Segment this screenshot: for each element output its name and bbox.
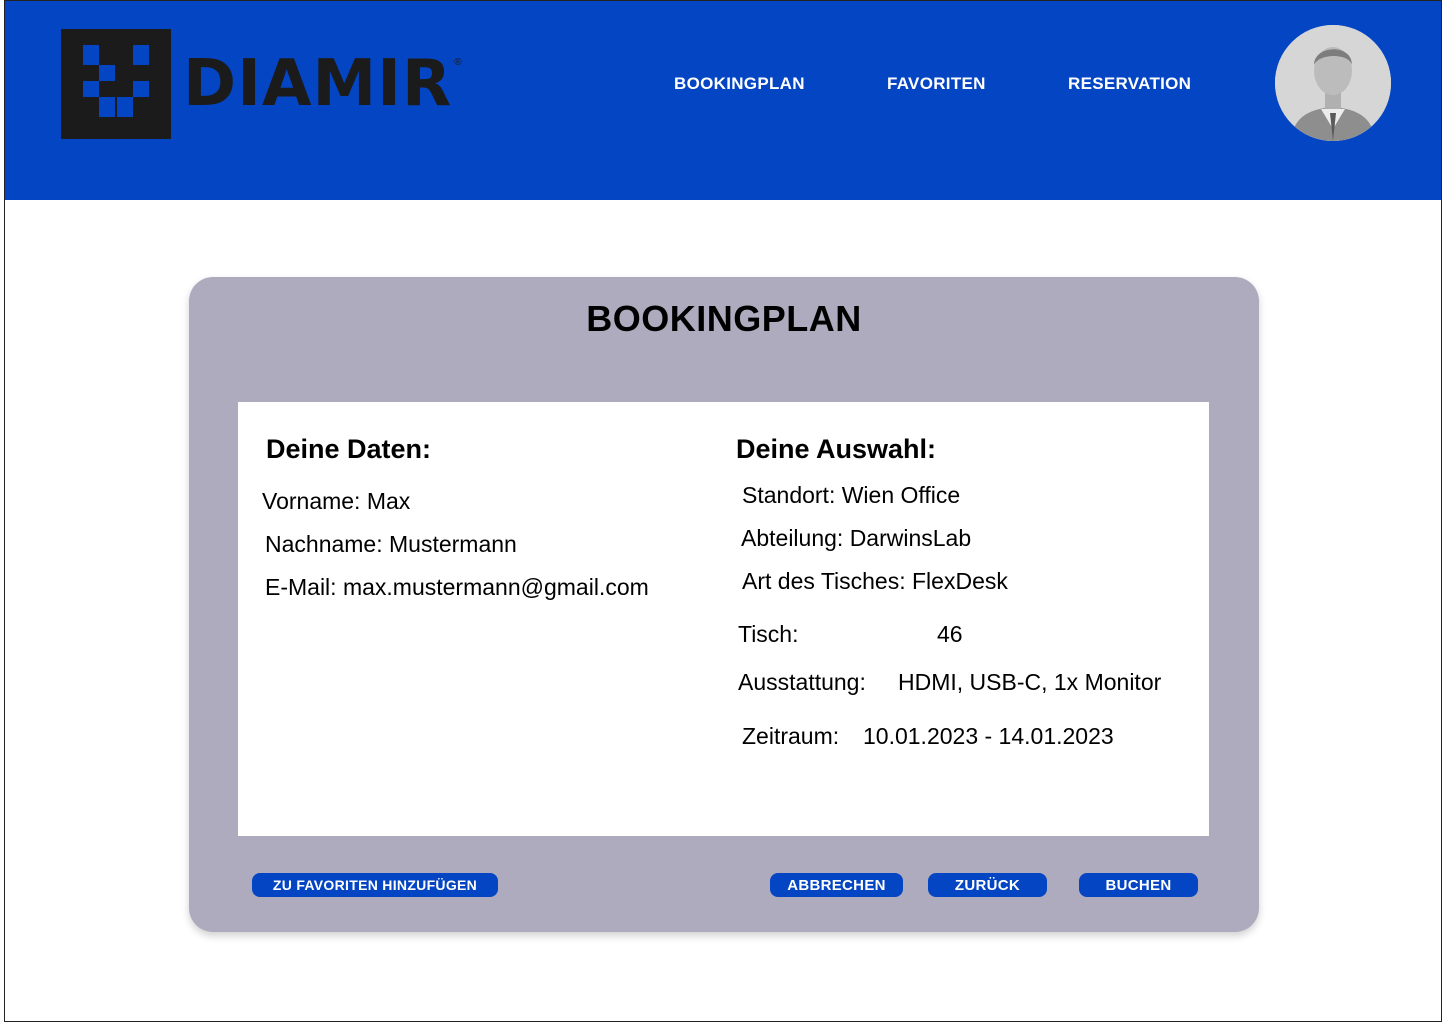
nav-item-bookingplan[interactable]: BOOKINGPLAN (674, 74, 805, 94)
equipment-label: Ausstattung: (738, 669, 866, 695)
period-label: Zeitraum: (742, 723, 840, 749)
diamir-logo-icon (61, 29, 171, 139)
page-title: BOOKINGPLAN (586, 298, 862, 339)
desk-label: Tisch: (738, 621, 799, 647)
user-data-heading: Deine Daten: (266, 434, 432, 464)
person-silhouette-icon (1275, 25, 1391, 141)
top-header: DIAMIR ® BOOKINGPLAN FAVORITEN RESERVATI… (4, 0, 1442, 200)
booking-card: BOOKINGPLAN Deine Daten: Vorname: Max Na… (189, 277, 1259, 932)
department-text: Abteilung: DarwinsLab (741, 525, 972, 551)
book-button[interactable]: BUCHEN (1079, 873, 1198, 897)
desk-type-text: Art des Tisches: FlexDesk (742, 568, 1008, 594)
add-to-favorites-button[interactable]: ZU FAVORITEN HINZUFÜGEN (252, 873, 498, 897)
email-text: E-Mail: max.mustermann@gmail.com (265, 574, 649, 600)
brand-name: DIAMIR (183, 47, 453, 121)
back-button[interactable]: ZURÜCK (928, 873, 1047, 897)
brand-logo[interactable]: DIAMIR ® (61, 29, 462, 139)
user-avatar[interactable] (1275, 25, 1391, 141)
equipment-value: HDMI, USB-C, 1x Monitor (898, 669, 1162, 695)
nav-item-reservation[interactable]: RESERVATION (1068, 74, 1191, 94)
selection-heading: Deine Auswahl: (736, 434, 937, 464)
location-text: Standort: Wien Office (742, 482, 961, 508)
registered-mark: ® (454, 56, 462, 68)
booking-details-panel: Deine Daten: Vorname: Max Nachname: Must… (238, 402, 1209, 836)
period-value: 10.01.2023 - 14.01.2023 (863, 723, 1114, 749)
last-name-text: Nachname: Mustermann (265, 531, 517, 557)
desk-number: 46 (937, 621, 963, 647)
nav-item-favoriten[interactable]: FAVORITEN (887, 74, 986, 94)
cancel-button[interactable]: ABBRECHEN (770, 873, 903, 897)
first-name-text: Vorname: Max (262, 488, 411, 514)
